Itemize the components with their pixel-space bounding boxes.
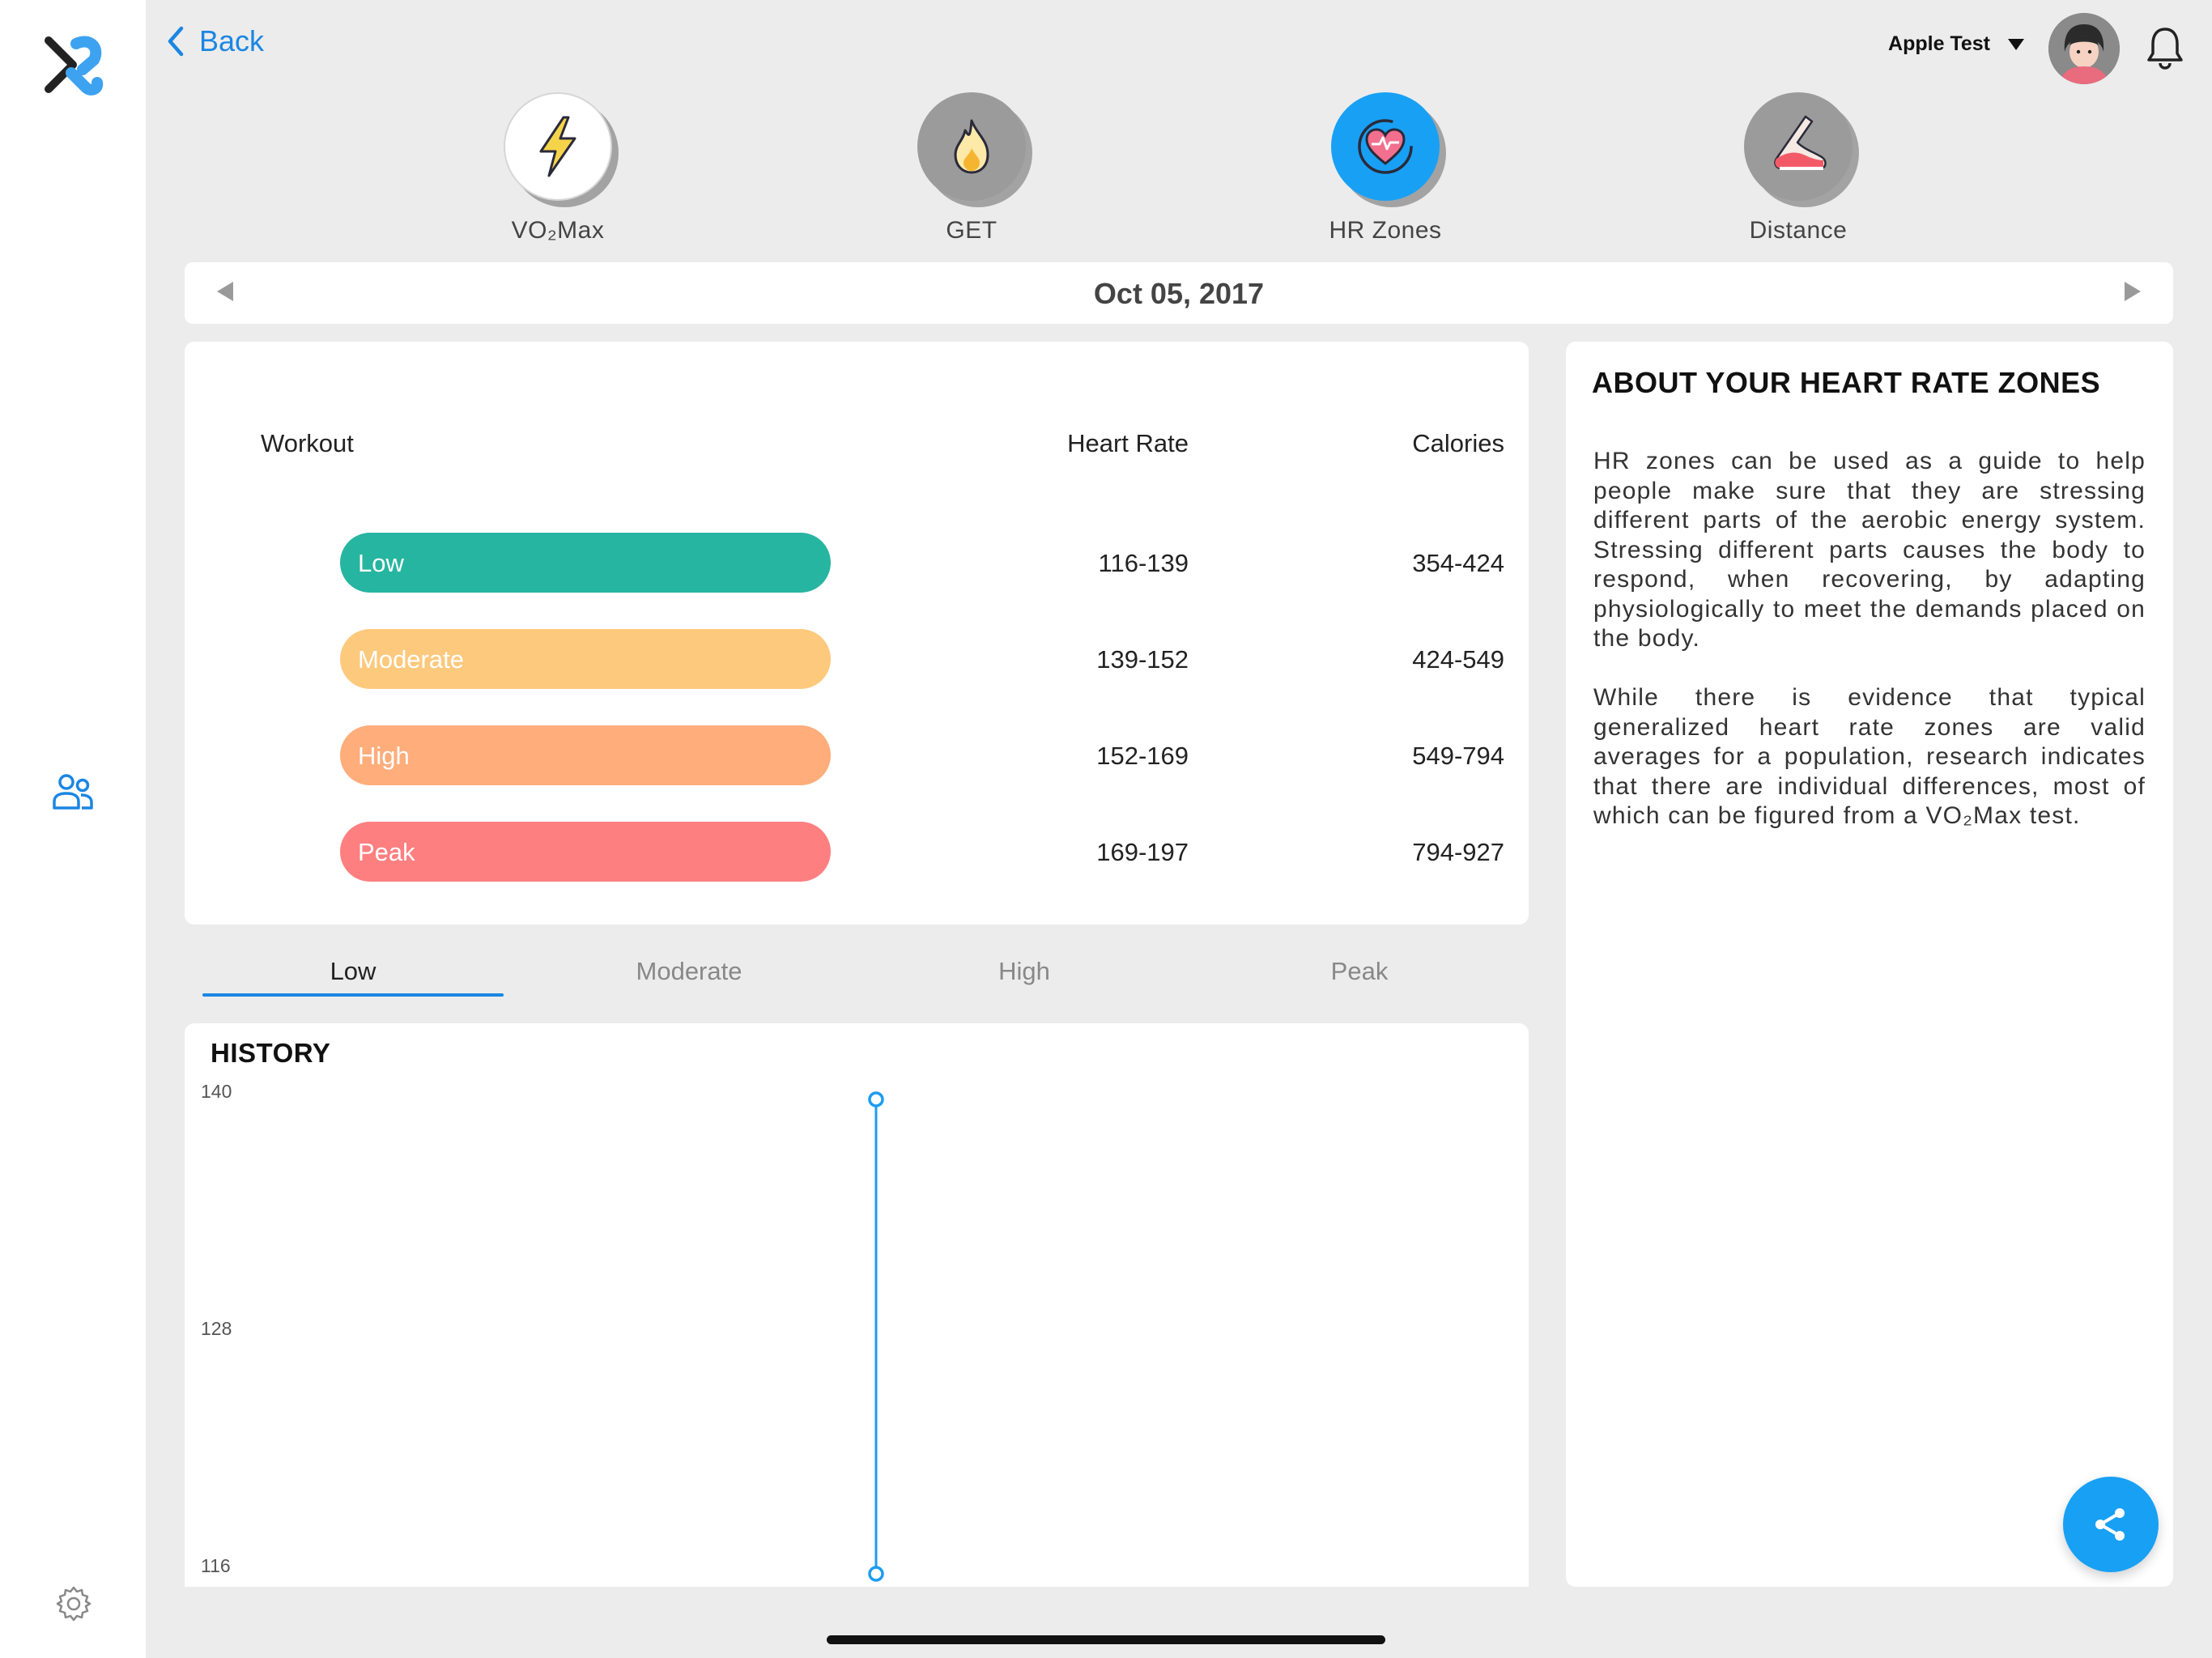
about-paragraph-1: HR zones can be used as a guide to help …	[1593, 448, 2146, 652]
y-tick-label: 128	[201, 1318, 232, 1339]
tab-high[interactable]: High	[874, 957, 1175, 986]
zone-pill-moderate: Moderate	[340, 629, 831, 689]
column-header-heart-rate: Heart Rate	[1067, 429, 1189, 457]
zone-row-moderate: Moderate 139-152 424-549	[185, 629, 1529, 689]
zone-calories: 549-794	[1412, 742, 1504, 770]
zone-heart-rate: 152-169	[1096, 742, 1189, 770]
share-icon	[2095, 1508, 2125, 1541]
tab-get-label: GET	[946, 217, 998, 244]
users-icon[interactable]	[52, 772, 94, 811]
about-panel: ABOUT YOUR HEART RATE ZONES HR zones can…	[1566, 342, 2173, 1587]
zone-heart-rate: 139-152	[1096, 645, 1189, 674]
user-name: Apple Test	[1888, 32, 1990, 55]
tab-distance[interactable]: Distance	[1677, 92, 1920, 244]
back-button[interactable]: Back	[167, 21, 264, 62]
tab-distance-label: Distance	[1749, 217, 1848, 244]
tab-vo2max[interactable]: VO₂Max	[436, 92, 679, 244]
history-chart: HISTORY 140 128 116	[185, 1023, 1529, 1587]
running-shoe-icon	[1744, 92, 1853, 201]
sidebar	[0, 0, 146, 1658]
lightning-icon	[504, 92, 612, 201]
zone-row-peak: Peak 169-197 794-927	[185, 822, 1529, 882]
active-tab-indicator	[202, 993, 504, 997]
zone-heart-rate: 169-197	[1096, 838, 1189, 866]
chevron-left-icon	[168, 26, 184, 57]
date-navigator: Oct 05, 2017	[185, 262, 2173, 324]
zone-calories: 424-549	[1412, 645, 1504, 674]
tab-low[interactable]: Low	[202, 957, 504, 986]
about-heading: ABOUT YOUR HEART RATE ZONES	[1592, 366, 2101, 399]
bell-icon[interactable]	[2146, 24, 2184, 70]
data-point[interactable]	[868, 1566, 884, 1582]
next-date-button[interactable]	[2125, 282, 2141, 301]
current-date: Oct 05, 2017	[1093, 277, 1265, 310]
column-header-workout: Workout	[261, 429, 354, 457]
zone-heart-rate: 116-139	[1098, 549, 1189, 577]
app-logo[interactable]	[40, 32, 105, 97]
y-tick-label: 116	[201, 1555, 231, 1576]
home-indicator	[827, 1635, 1385, 1644]
zone-pill-peak: Peak	[340, 822, 831, 882]
column-header-calories: Calories	[1412, 429, 1504, 457]
back-label: Back	[199, 24, 265, 57]
history-plot: 140 128 116	[201, 1081, 884, 1582]
flame-icon	[917, 92, 1026, 201]
zones-card: Workout Heart Rate Calories Low 116-139 …	[185, 342, 1529, 925]
data-point[interactable]	[868, 1091, 884, 1107]
zone-calories: 794-927	[1412, 838, 1504, 866]
tab-hr-zones-label: HR Zones	[1329, 217, 1442, 244]
caret-down-icon	[2008, 38, 2024, 50]
zone-pill-high: High	[340, 725, 831, 785]
user-menu[interactable]: Apple Test	[1888, 32, 2024, 56]
about-paragraph-2: While there is evidence that typical gen…	[1593, 684, 2146, 829]
zone-calories: 354-424	[1412, 549, 1504, 577]
tab-moderate[interactable]: Moderate	[538, 957, 840, 986]
heart-rate-icon	[1331, 92, 1440, 201]
tab-hr-zones[interactable]: HR Zones	[1264, 92, 1507, 244]
tab-vo2max-label: VO₂Max	[511, 217, 605, 244]
gear-icon[interactable]	[55, 1585, 92, 1622]
zone-pill-low: Low	[340, 533, 831, 593]
tab-get[interactable]: GET	[850, 92, 1093, 244]
y-tick-label: 140	[201, 1081, 232, 1102]
avatar[interactable]	[2048, 13, 2120, 84]
zone-row-high: High 152-169 549-794	[185, 725, 1529, 785]
share-button[interactable]	[2063, 1477, 2159, 1572]
tab-peak[interactable]: Peak	[1209, 957, 1510, 986]
zone-row-low: Low 116-139 354-424	[185, 533, 1529, 593]
